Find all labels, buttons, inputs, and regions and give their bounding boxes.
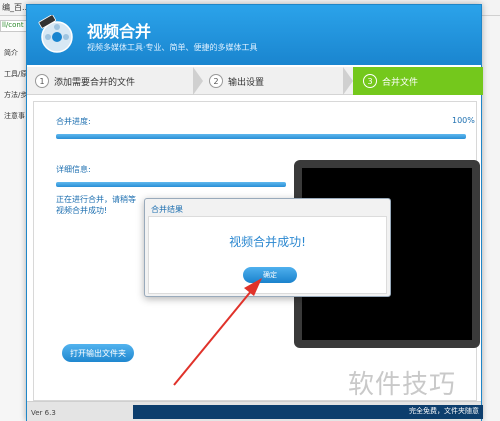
dialog-message: 视频合并成功!	[229, 235, 306, 249]
step-label: 合并文件	[382, 77, 419, 88]
total-progress-label: 合并进度:	[56, 117, 91, 126]
detail-progress-label: 详细信息:	[56, 165, 91, 174]
ok-button[interactable]: 确定	[243, 267, 297, 283]
step-indicator: 1 添加需要合并的文件 2 输出设置 3 合并文件	[27, 67, 483, 95]
step-add-files[interactable]: 1 添加需要合并的文件	[27, 67, 197, 95]
merge-result-dialog: 合并结果 视频合并成功! 确定	[144, 198, 391, 297]
total-progress-bar	[56, 134, 466, 139]
detail-progress-bar	[56, 182, 286, 187]
app-title: 视频合并	[87, 22, 152, 41]
footer: Ver 6.3 完全免费，文件夹随意	[27, 401, 483, 421]
dialog-body: 视频合并成功! 确定	[148, 216, 387, 294]
status-line: 视频合并成功!	[56, 206, 108, 215]
step-separator	[343, 67, 353, 95]
step-merge-files[interactable]: 3 合并文件	[353, 67, 483, 95]
footer-bar: 完全免费，文件夹随意	[133, 405, 483, 419]
total-progress-fill	[56, 134, 466, 139]
background-right-edge	[482, 16, 500, 421]
step-separator	[193, 67, 203, 95]
version-label: Ver 6.3	[31, 409, 56, 417]
app-subtitle: 视频多媒体工具·专业、简单、便捷的多媒体工具	[87, 43, 258, 52]
background-side-item[interactable]: 方法/步	[4, 90, 27, 100]
background-side-item[interactable]: 工具/原	[4, 69, 27, 79]
step-number: 3	[363, 74, 377, 88]
total-progress-percent: 100%	[452, 116, 475, 125]
watermark: 软件技巧	[348, 370, 457, 400]
title-bar: 视频合并 视频多媒体工具·专业、简单、便捷的多媒体工具	[27, 5, 481, 65]
footer-text[interactable]: 完全免费，文件夹随意	[409, 406, 479, 416]
step-label: 输出设置	[228, 77, 265, 88]
step-label: 添加需要合并的文件	[54, 77, 136, 88]
background-side-item[interactable]: 注意事	[4, 111, 25, 121]
dialog-title: 合并结果	[151, 205, 183, 214]
step-output-settings[interactable]: 2 输出设置	[203, 67, 347, 95]
open-output-folder-button[interactable]: 打开输出文件夹	[62, 344, 134, 362]
step-number: 2	[209, 74, 223, 88]
background-side-item[interactable]: 简介	[4, 48, 18, 58]
video-reel-icon	[38, 15, 73, 53]
step-number: 1	[35, 74, 49, 88]
status-line: 正在进行合并，请稍等	[56, 195, 136, 204]
detail-progress-fill	[56, 182, 286, 187]
